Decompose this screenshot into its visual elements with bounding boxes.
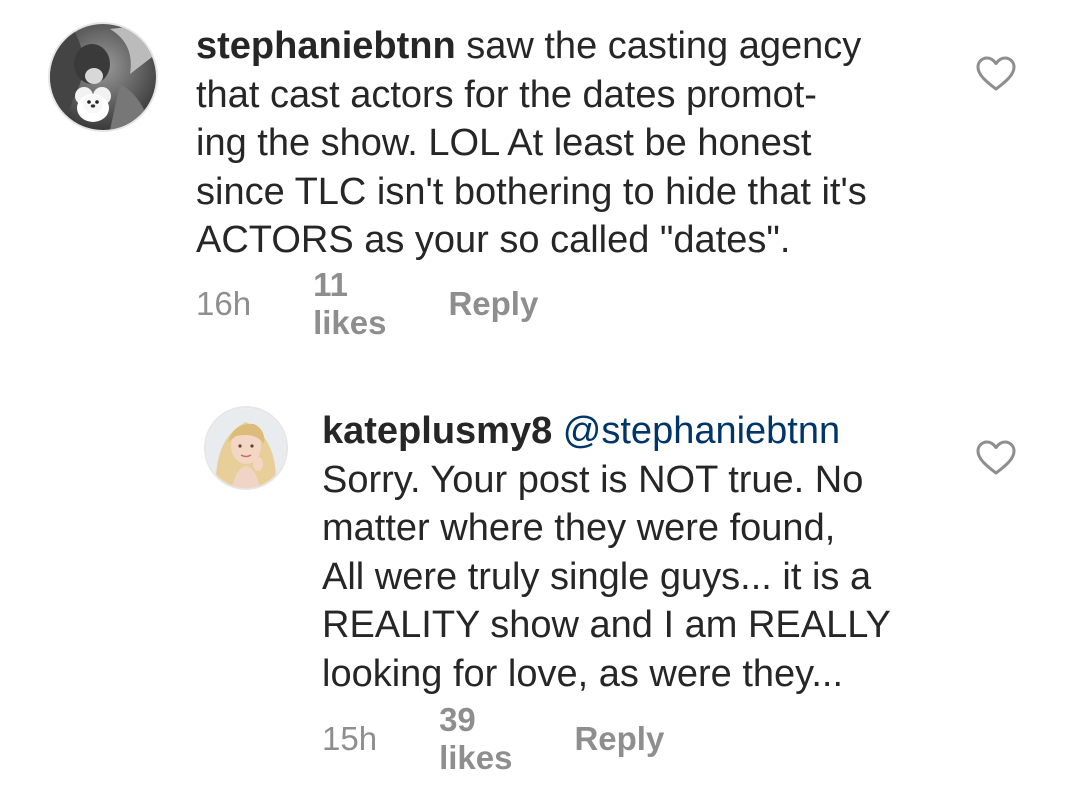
likes-count-button[interactable]: 39 likes	[439, 701, 512, 777]
reply-button[interactable]: Reply	[448, 285, 538, 323]
comment-line: All were truly single guys... it is a	[322, 555, 872, 598]
mention-link[interactable]: @stephaniebtnn	[563, 410, 840, 452]
comment-username[interactable]: kateplusmy8	[322, 410, 552, 452]
comment-timestamp: 16h	[196, 285, 252, 322]
comment-line: ACTORS as your so called "dates".	[196, 219, 791, 261]
comment-line: REALITY show and I am REALLY	[322, 604, 891, 646]
comment-text: kateplusmy8 @stephaniebtnn Sorry. Your p…	[322, 407, 891, 698]
comment-meta: 16h 11 likes Reply	[196, 266, 538, 341]
comment-line: since TLC isn't bothering to hide that i…	[196, 170, 867, 213]
avatar[interactable]	[48, 22, 158, 132]
comment-timestamp: 15h	[322, 720, 378, 757]
comment-text: stephaniebtnn saw the casting agency tha…	[196, 22, 867, 265]
comment-username[interactable]: stephaniebtnn	[196, 25, 456, 67]
avatar[interactable]	[204, 406, 288, 490]
comment-line: that cast actors for the dates promot-	[196, 73, 817, 116]
like-heart-icon[interactable]	[976, 56, 1016, 92]
likes-count-button[interactable]: 11 likes	[313, 266, 386, 342]
comment-line: looking for love, as were they...	[322, 652, 843, 695]
comment-line: saw the casting agency	[455, 25, 862, 67]
comment-meta: 15h 39 likes Reply	[322, 701, 664, 776]
like-heart-icon[interactable]	[976, 440, 1016, 476]
reply-button[interactable]: Reply	[574, 720, 664, 758]
comment-line: matter where they were found,	[322, 507, 836, 549]
comment-line: ing the show. LOL At least be honest	[196, 122, 812, 164]
comment-line: Sorry. Your post is NOT true. No	[322, 458, 864, 501]
user-avatar-icon	[50, 24, 156, 130]
user-avatar-icon	[206, 408, 286, 488]
